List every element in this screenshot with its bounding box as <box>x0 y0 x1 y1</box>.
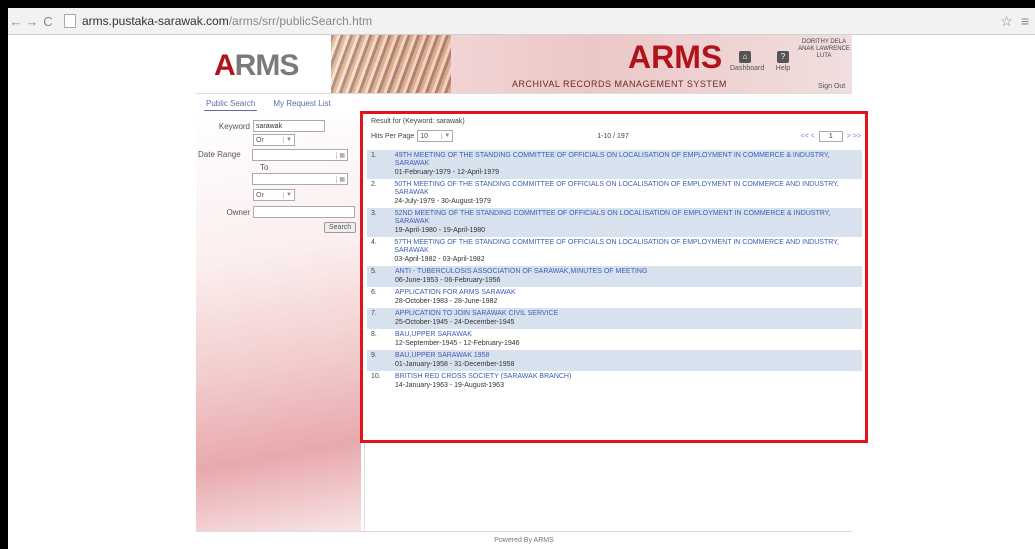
search-sidebar: Keyword sarawak Or ▼ Date Range ▦ To ▦ Or… <box>196 113 361 531</box>
owner-label: Owner <box>226 207 250 217</box>
reload-button[interactable]: C <box>40 14 56 29</box>
result-item: 2. 50TH MEETING OF THE STANDING COMMITTEE… <box>367 179 862 208</box>
page-footer: Powered By ARMS <box>196 531 852 549</box>
search-button[interactable]: Search <box>324 222 357 233</box>
hits-per-page-select[interactable]: 10 ▼ <box>417 130 454 142</box>
browser-toolbar: ← → C arms.pustaka-sarawak.com/arms/srr/… <box>8 8 1035 35</box>
result-date-range: 28-October-1983 - 28-June-1982 <box>395 298 498 305</box>
tab-public-search[interactable]: Public Search <box>204 97 258 111</box>
dashboard-icon: ⌂ <box>739 51 751 63</box>
result-title-link[interactable]: 50TH MEETING OF THE STANDING COMMITTEE O… <box>394 181 862 197</box>
result-title-link[interactable]: BAU,UPPER SARAWAK 1958 <box>395 352 514 360</box>
date-from-picker[interactable]: ▦ <box>252 149 348 161</box>
calendar-icon: ▦ <box>336 175 345 183</box>
result-number: 7. <box>371 310 377 317</box>
page-number-input[interactable]: 1 <box>818 130 843 142</box>
browser-window: ← → C arms.pustaka-sarawak.com/arms/srr/… <box>8 8 1035 549</box>
to-label: To <box>260 163 269 172</box>
keyword-label: Keyword <box>218 121 250 131</box>
site-subtitle: ARCHIVAL RECORDS MANAGEMENT SYSTEM <box>512 79 727 89</box>
tab-bar: Public Search My Request List <box>204 97 333 111</box>
tab-my-request-list[interactable]: My Request List <box>271 97 332 111</box>
date-operator-select[interactable]: Or ▼ <box>253 189 295 201</box>
result-item: 10. BRITISH RED CROSS SOCIETY (SARAWAK BR… <box>367 371 862 392</box>
site-title: ARMS <box>628 39 723 75</box>
result-item: 1. 49TH MEETING OF THE STANDING COMMITTEE… <box>367 150 862 179</box>
forward-button[interactable]: → <box>24 14 40 29</box>
date-range-label: Date Range <box>198 149 241 159</box>
pagination-bar: Hits Per Page 10 ▼ 1-10 / 197 << < 1 > >> <box>371 130 861 142</box>
first-prev-page-link[interactable]: << < <box>801 133 815 140</box>
result-item: 8. BAU,UPPER SARAWAK 12-September-1945 - 1… <box>367 329 862 350</box>
page-icon <box>64 14 76 28</box>
result-item: 9. BAU,UPPER SARAWAK 1958 01-January-1958 … <box>367 350 862 371</box>
result-title-link[interactable]: 52ND MEETING OF THE STANDING COMMITTEE O… <box>395 210 862 226</box>
result-number: 6. <box>371 289 377 296</box>
arms-logo: ARMS <box>214 49 299 82</box>
dashboard-button[interactable]: ⌂ Dashboard <box>730 51 764 72</box>
result-item: 3. 52ND MEETING OF THE STANDING COMMITTEE… <box>367 208 862 237</box>
hits-per-page-label: Hits Per Page <box>371 132 415 140</box>
result-item: 6. APPLICATION FOR ARMS SARAWAK 28-October… <box>367 287 862 308</box>
result-title-link[interactable]: BAU,UPPER SARAWAK <box>395 331 520 339</box>
chevron-down-icon: ▼ <box>283 137 292 143</box>
result-title-link[interactable]: 49TH MEETING OF THE STANDING COMMITTEE O… <box>395 152 862 168</box>
chevron-down-icon: ▼ <box>283 192 292 198</box>
result-number: 2. <box>371 181 377 188</box>
chevron-down-icon: ▼ <box>441 133 450 139</box>
header-decoration-image <box>331 35 451 93</box>
help-button[interactable]: ? Help <box>768 51 798 72</box>
result-number: 3. <box>371 210 377 217</box>
calendar-icon: ▦ <box>336 151 345 159</box>
result-list: 1. 49TH MEETING OF THE STANDING COMMITTEE… <box>367 150 862 392</box>
date-to-picker[interactable]: ▦ <box>252 173 348 185</box>
result-number: 1. <box>371 152 377 159</box>
result-number: 4. <box>371 239 377 246</box>
browser-menu-icon[interactable]: ≡ <box>1021 13 1029 30</box>
result-item: 5. ANTI - TUBERCULOSIS ASSOCIATION OF SAR… <box>367 266 862 287</box>
result-date-range: 12-September-1945 - 12-February-1946 <box>395 340 520 347</box>
next-last-page-link[interactable]: > >> <box>847 133 861 140</box>
result-date-range: 14-January-1963 - 19-August-1963 <box>395 382 504 389</box>
result-title-link[interactable]: 57TH MEETING OF THE STANDING COMMITTEE O… <box>394 239 862 255</box>
back-button[interactable]: ← <box>8 14 24 29</box>
result-number: 8. <box>371 331 377 338</box>
result-date-range: 24-July-1979 - 30-August-1979 <box>394 198 491 205</box>
results-highlight-box: Result for (Keyword: sarawak) Hits Per P… <box>360 111 868 443</box>
result-number: 10. <box>371 373 381 380</box>
address-bar[interactable]: arms.pustaka-sarawak.com/arms/srr/public… <box>64 14 372 28</box>
keyword-input[interactable]: sarawak <box>253 120 325 132</box>
result-item: 7. APPLICATION TO JOIN SARAWAK CIVIL SERV… <box>367 308 862 329</box>
result-date-range: 01-January-1958 - 31-December-1958 <box>395 361 515 368</box>
result-date-range: 03-April-1982 - 03-April-1982 <box>394 256 485 263</box>
help-icon: ? <box>777 51 789 63</box>
result-date-range: 01-February-1979 - 12-April-1979 <box>394 169 500 176</box>
owner-input[interactable] <box>253 206 355 218</box>
user-name: DORITHY DELA ANAK LAWRENCE LUTA <box>798 39 850 59</box>
result-title-link[interactable]: ANTI - TUBERCULOSIS ASSOCIATION OF SARAW… <box>395 268 647 276</box>
result-number: 9. <box>371 352 377 359</box>
result-title-link[interactable]: BRITISH RED CROSS SOCIETY (SARAWAK BRANC… <box>395 373 571 381</box>
result-title-link[interactable]: APPLICATION FOR ARMS SARAWAK <box>395 289 516 297</box>
result-number: 5. <box>371 268 377 275</box>
bookmark-star-icon[interactable]: ☆ <box>1000 13 1013 30</box>
result-title-link[interactable]: APPLICATION TO JOIN SARAWAK CIVIL SERVIC… <box>395 310 558 318</box>
result-date-range: 06-June-1953 - 06-February-1956 <box>395 277 501 284</box>
results-header: Result for (Keyword: sarawak) <box>371 118 465 125</box>
result-item: 4. 57TH MEETING OF THE STANDING COMMITTEE… <box>367 237 862 266</box>
sign-out-link[interactable]: Sign Out <box>818 83 845 90</box>
keyword-operator-select[interactable]: Or ▼ <box>253 134 295 146</box>
result-date-range: 19-April-1980 - 19-April-1980 <box>394 227 486 234</box>
site-header: ARMS ARMS ARCHIVAL RECORDS MANAGEMENT SY… <box>196 35 852 94</box>
url-host: arms.pustaka-sarawak.com <box>82 14 229 28</box>
url-path: /arms/srr/publicSearch.htm <box>228 14 373 28</box>
result-date-range: 25-October-1945 - 24-December-1945 <box>395 319 515 326</box>
result-range: 1-10 / 197 <box>597 132 629 140</box>
